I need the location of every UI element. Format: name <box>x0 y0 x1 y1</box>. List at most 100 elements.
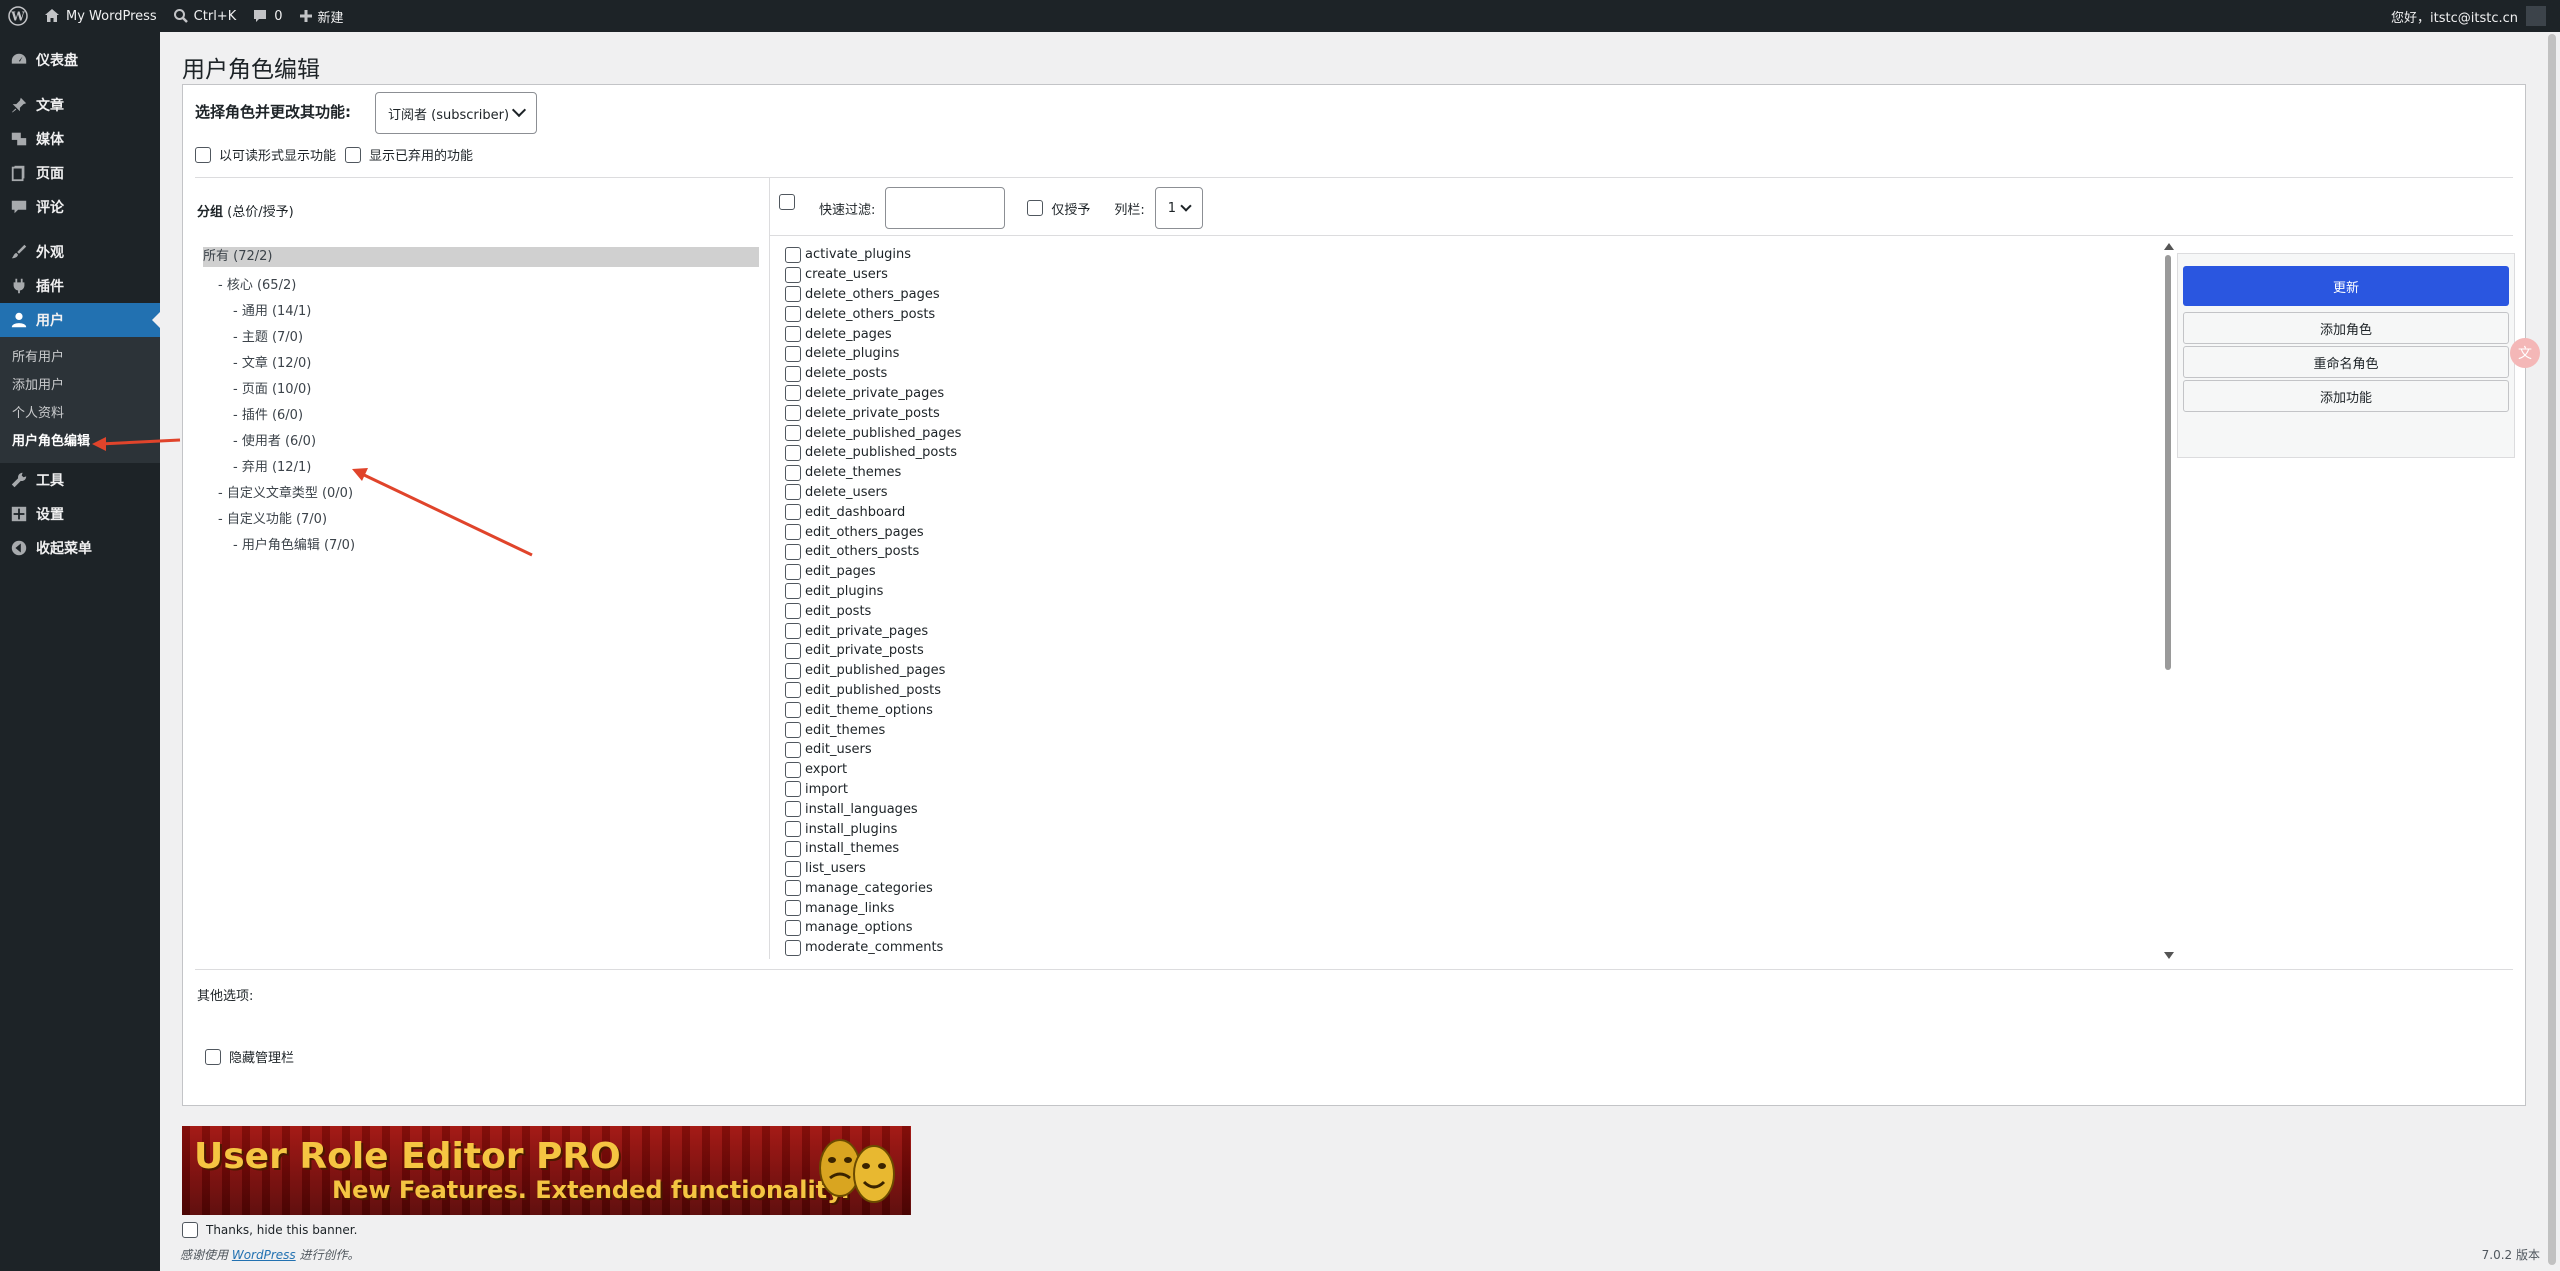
capability-checkbox[interactable] <box>785 682 801 699</box>
readable-caps-option[interactable]: 以可读形式显示功能 <box>195 145 336 164</box>
my-account-link[interactable]: 您好，itstc@itstc.cn <box>2383 0 2560 32</box>
update-button[interactable]: 更新 <box>2183 266 2509 306</box>
scroll-up-icon[interactable] <box>2164 243 2174 250</box>
capability-item[interactable]: edit_published_pages <box>785 661 2165 681</box>
tree-item[interactable]: 所有 (72/2) <box>203 247 759 267</box>
capability-item[interactable]: manage_options <box>785 918 2165 938</box>
capability-checkbox[interactable] <box>785 326 801 343</box>
capability-checkbox[interactable] <box>785 484 801 501</box>
tree-item[interactable]: - 文章 (12/0) <box>203 351 759 377</box>
translate-widget-icon[interactable]: 文 <box>2510 338 2540 368</box>
tree-item[interactable]: - 通用 (14/1) <box>203 299 759 325</box>
capability-checkbox[interactable] <box>785 543 801 560</box>
capability-item[interactable]: delete_pages <box>785 324 2165 344</box>
capability-item[interactable]: edit_private_posts <box>785 641 2165 661</box>
submenu-user-role-editor[interactable]: 用户角色编辑 <box>0 428 160 456</box>
capability-item[interactable]: manage_categories <box>785 879 2165 899</box>
menu-tools[interactable]: 工具 <box>0 463 160 497</box>
menu-comments[interactable]: 评论 <box>0 190 160 224</box>
capability-item[interactable]: edit_others_pages <box>785 522 2165 542</box>
pro-banner[interactable]: User Role Editor PRO New Features. Exten… <box>182 1126 911 1215</box>
capability-checkbox[interactable] <box>785 603 801 620</box>
capability-item[interactable]: delete_private_pages <box>785 384 2165 404</box>
capability-checkbox[interactable] <box>785 781 801 798</box>
capability-item[interactable]: install_themes <box>785 839 2165 859</box>
capability-checkbox[interactable] <box>785 801 801 818</box>
tree-item[interactable]: - 插件 (6/0) <box>203 403 759 429</box>
capabilities-scrollbar[interactable] <box>2161 243 2174 959</box>
page-scrollbar[interactable] <box>2544 32 2560 1271</box>
capability-checkbox[interactable] <box>785 880 801 897</box>
capability-item[interactable]: delete_posts <box>785 364 2165 384</box>
capability-checkbox[interactable] <box>785 345 801 362</box>
tree-item[interactable]: - 主题 (7/0) <box>203 325 759 351</box>
capability-checkbox[interactable] <box>785 425 801 442</box>
comments-link[interactable]: 0 <box>244 0 290 32</box>
capability-item[interactable]: edit_theme_options <box>785 700 2165 720</box>
capability-item[interactable]: delete_themes <box>785 463 2165 483</box>
submenu-profile[interactable]: 个人资料 <box>0 400 160 428</box>
capability-item[interactable]: edit_posts <box>785 601 2165 621</box>
role-select[interactable]: 订阅者 (subscriber) <box>375 92 537 134</box>
columns-select[interactable]: 1 <box>1154 187 1203 229</box>
capability-checkbox[interactable] <box>785 246 801 263</box>
menu-posts[interactable]: 文章 <box>0 88 160 122</box>
menu-collapse[interactable]: 收起菜单 <box>0 531 160 565</box>
scroll-down-icon[interactable] <box>2164 952 2174 959</box>
add-capability-button[interactable]: 添加功能 <box>2183 380 2509 412</box>
capability-item[interactable]: activate_plugins <box>785 245 2165 265</box>
capability-checkbox[interactable] <box>785 642 801 659</box>
hide-banner-option[interactable]: Thanks, hide this banner. <box>182 1222 357 1238</box>
select-all-checkbox[interactable] <box>779 194 795 210</box>
quick-filter-input[interactable] <box>885 187 1006 229</box>
capability-item[interactable]: create_users <box>785 265 2165 285</box>
hide-admin-bar-option[interactable]: 隐藏管理栏 <box>205 1047 294 1066</box>
menu-plugins[interactable]: 插件 <box>0 269 160 303</box>
capability-item[interactable]: delete_plugins <box>785 344 2165 364</box>
menu-pages[interactable]: 页面 <box>0 156 160 190</box>
capability-checkbox[interactable] <box>785 524 801 541</box>
tree-item[interactable]: - 页面 (10/0) <box>203 377 759 403</box>
tree-item[interactable]: - 弃用 (12/1) <box>203 455 759 481</box>
hide-admin-bar-checkbox[interactable] <box>205 1048 221 1065</box>
rename-role-button[interactable]: 重命名角色 <box>2183 346 2509 378</box>
capability-checkbox[interactable] <box>785 563 801 580</box>
capability-checkbox[interactable] <box>785 306 801 323</box>
menu-dashboard[interactable]: 仪表盘 <box>0 43 160 77</box>
readable-caps-checkbox[interactable] <box>195 146 211 163</box>
hide-banner-checkbox[interactable] <box>182 1222 198 1238</box>
capability-checkbox[interactable] <box>785 385 801 402</box>
add-role-button[interactable]: 添加角色 <box>2183 312 2509 344</box>
wordpress-link[interactable]: WordPress <box>232 1248 296 1262</box>
capability-checkbox[interactable] <box>785 623 801 640</box>
capability-item[interactable]: edit_pages <box>785 562 2165 582</box>
menu-settings[interactable]: 设置 <box>0 497 160 531</box>
tree-item[interactable]: - 用户角色编辑 (7/0) <box>203 533 759 559</box>
capability-item[interactable]: edit_private_pages <box>785 621 2165 641</box>
capability-item[interactable]: edit_users <box>785 740 2165 760</box>
capability-item[interactable]: delete_others_pages <box>785 285 2165 305</box>
submenu-add-user[interactable]: 添加用户 <box>0 372 160 400</box>
capability-item[interactable]: list_users <box>785 859 2165 879</box>
tree-item[interactable]: - 自定义文章类型 (0/0) <box>203 481 759 507</box>
capability-checkbox[interactable] <box>785 662 801 679</box>
tree-item[interactable]: - 自定义功能 (7/0) <box>203 507 759 533</box>
capability-item[interactable]: edit_published_posts <box>785 681 2165 701</box>
capability-item[interactable]: edit_plugins <box>785 582 2165 602</box>
menu-appearance[interactable]: 外观 <box>0 235 160 269</box>
capability-item[interactable]: edit_dashboard <box>785 502 2165 522</box>
menu-users[interactable]: 用户 <box>0 303 160 337</box>
capability-checkbox[interactable] <box>785 444 801 461</box>
site-name-link[interactable]: My WordPress <box>36 0 165 32</box>
new-content-link[interactable]: 新建 <box>291 0 352 32</box>
capability-checkbox[interactable] <box>785 840 801 857</box>
page-scroll-thumb[interactable] <box>2548 34 2556 1265</box>
capability-checkbox[interactable] <box>785 939 801 956</box>
capability-checkbox[interactable] <box>785 405 801 422</box>
capability-checkbox[interactable] <box>785 702 801 719</box>
capability-item[interactable]: edit_others_posts <box>785 542 2165 562</box>
menu-media[interactable]: 媒体 <box>0 122 160 156</box>
capability-item[interactable]: install_plugins <box>785 819 2165 839</box>
capability-checkbox[interactable] <box>785 286 801 303</box>
capability-checkbox[interactable] <box>785 860 801 877</box>
